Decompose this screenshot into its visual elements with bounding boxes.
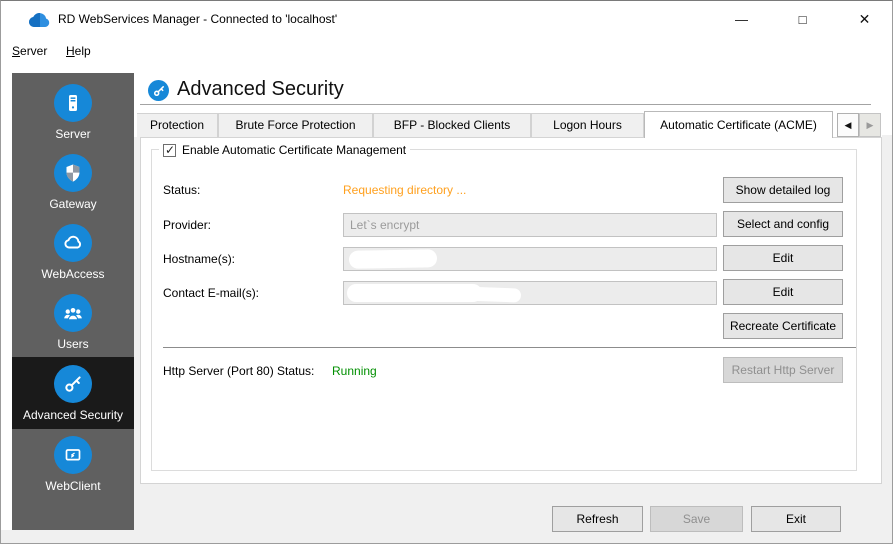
save-button: Save: [650, 506, 743, 532]
emails-label: Contact E-mail(s):: [163, 286, 260, 300]
header-divider: [140, 104, 871, 105]
restart-http-server-button: Restart Http Server: [723, 357, 843, 383]
menu-server-accel: S: [12, 44, 21, 58]
sidebar-item-webaccess[interactable]: WebAccess: [12, 217, 134, 287]
right-gutter: [882, 135, 892, 484]
sidebar-item-webclient[interactable]: WebClient: [12, 429, 134, 499]
menu-server[interactable]: Server: [8, 38, 51, 65]
key-icon: [54, 364, 92, 403]
app-cloud-icon: [28, 11, 51, 28]
group-separator: [163, 347, 856, 348]
enable-acme-row: ✓ Enable Automatic Certificate Managemen…: [159, 142, 411, 157]
provider-label: Provider:: [163, 218, 212, 232]
emails-edit-button[interactable]: Edit: [723, 279, 843, 305]
exit-button[interactable]: Exit: [751, 506, 841, 532]
sidebar-item-label: Users: [57, 336, 89, 351]
shield-icon: [54, 153, 92, 192]
recreate-certificate-button[interactable]: Recreate Certificate: [723, 313, 843, 339]
sidebar-item-label: WebAccess: [41, 266, 105, 281]
tab-scroll-left-icon[interactable]: ◀: [837, 113, 859, 137]
tab-logon-hours[interactable]: Logon Hours: [531, 113, 644, 137]
http-server-status-value: Running: [332, 364, 377, 378]
menu-help-accel: H: [66, 44, 75, 58]
sidebar-item-label: Server: [55, 126, 91, 141]
sidebar-item-gateway[interactable]: Gateway: [12, 147, 134, 217]
tab-brute-force-protection[interactable]: Brute Force Protection: [218, 113, 373, 137]
select-and-config-button[interactable]: Select and config: [723, 211, 843, 237]
minimize-button[interactable]: —: [718, 1, 765, 37]
close-button[interactable]: ✕: [841, 1, 888, 37]
hostnames-label: Hostname(s):: [163, 252, 236, 266]
http-server-status-label: Http Server (Port 80) Status:: [163, 364, 315, 378]
sidebar-item-label: Gateway: [49, 196, 97, 211]
users-icon: [54, 293, 92, 332]
server-icon: [54, 83, 92, 122]
enable-acme-label: Enable Automatic Certificate Management: [182, 143, 407, 157]
provider-input[interactable]: Let`s encrypt: [343, 213, 717, 237]
footer-background-left: [1, 530, 134, 543]
hostnames-redaction: [348, 249, 438, 269]
tab-protection[interactable]: Protection: [137, 113, 218, 137]
sidebar-item-server[interactable]: Server: [12, 77, 134, 147]
menu-server-rest: erver: [20, 44, 48, 58]
status-label: Status:: [163, 183, 201, 197]
show-detailed-log-button[interactable]: Show detailed log: [723, 177, 843, 203]
sidebar-item-advanced-security[interactable]: Advanced Security: [12, 357, 134, 429]
tab-scroll-right-icon: ▶: [859, 113, 881, 137]
monitor-icon: [54, 435, 92, 474]
tab-automatic-certificate-acme[interactable]: Automatic Certificate (ACME): [644, 111, 833, 138]
tab-bfp-blocked-clients[interactable]: BFP - Blocked Clients: [373, 113, 531, 137]
checkmark-icon: ✓: [165, 142, 176, 157]
sidebar-item-users[interactable]: Users: [12, 287, 134, 357]
sidebar-item-label: WebClient: [45, 478, 101, 493]
cloud-icon: [54, 223, 92, 262]
menubar: Server Help: [1, 38, 892, 65]
status-value: Requesting directory ...: [343, 183, 467, 197]
menu-help[interactable]: Help: [62, 38, 95, 65]
sidebar-item-label: Advanced Security: [22, 407, 124, 422]
maximize-button[interactable]: □: [779, 1, 826, 37]
refresh-button[interactable]: Refresh: [552, 506, 643, 532]
window-title: RD WebServices Manager - Connected to 'l…: [58, 12, 338, 26]
enable-acme-checkbox[interactable]: ✓: [163, 142, 176, 157]
titlebar: RD WebServices Manager - Connected to 'l…: [1, 1, 892, 38]
hostnames-edit-button[interactable]: Edit: [723, 245, 843, 271]
page-key-icon: [148, 80, 169, 101]
sidebar: Server Gateway WebAccess Users Advanced …: [12, 73, 134, 530]
menu-help-rest: elp: [74, 44, 91, 58]
app-window: RD WebServices Manager - Connected to 'l…: [0, 0, 893, 544]
page-title: Advanced Security: [177, 78, 344, 100]
